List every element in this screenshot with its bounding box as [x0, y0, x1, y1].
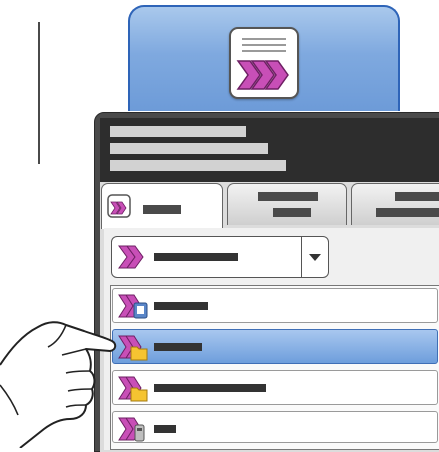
tab-third-label-1: [395, 192, 439, 201]
tab-third[interactable]: [351, 183, 439, 225]
pointing-hand-icon: [0, 321, 117, 448]
scan-icon: [107, 194, 131, 218]
tab-second-label-2: [273, 208, 311, 217]
list-item-usb[interactable]: [112, 288, 438, 323]
tab-scan-label: [143, 205, 181, 214]
tab-scan[interactable]: [101, 183, 223, 229]
message-line-2: [110, 143, 268, 154]
dropdown-value: [154, 253, 238, 261]
scan-to-usb-icon: [118, 294, 148, 319]
message-area: [100, 118, 439, 182]
list-item-folder-selected[interactable]: [112, 329, 438, 364]
tab-second[interactable]: [227, 183, 347, 225]
scan-to-folder-icon: [118, 376, 148, 402]
tab-third-label-2: [376, 208, 439, 217]
list-item-label: [154, 343, 202, 351]
message-line-1: [110, 126, 246, 137]
divider-line: [38, 22, 40, 164]
scan-to-folder-icon: [118, 335, 148, 361]
list-item-label: [154, 302, 208, 310]
scan-to-mailbox-icon: [118, 417, 145, 442]
chevron-down-icon[interactable]: [301, 237, 328, 277]
list-item-folder[interactable]: [112, 370, 438, 405]
scan-document-icon: [229, 27, 299, 99]
scan-arrows-icon: [118, 245, 144, 269]
message-line-3: [110, 160, 286, 171]
tab-second-label-1: [258, 192, 318, 201]
list-item-label: [154, 425, 176, 433]
list-item-mailbox[interactable]: [112, 411, 438, 443]
scan-type-dropdown[interactable]: [111, 236, 329, 278]
list-item-label: [154, 384, 266, 392]
